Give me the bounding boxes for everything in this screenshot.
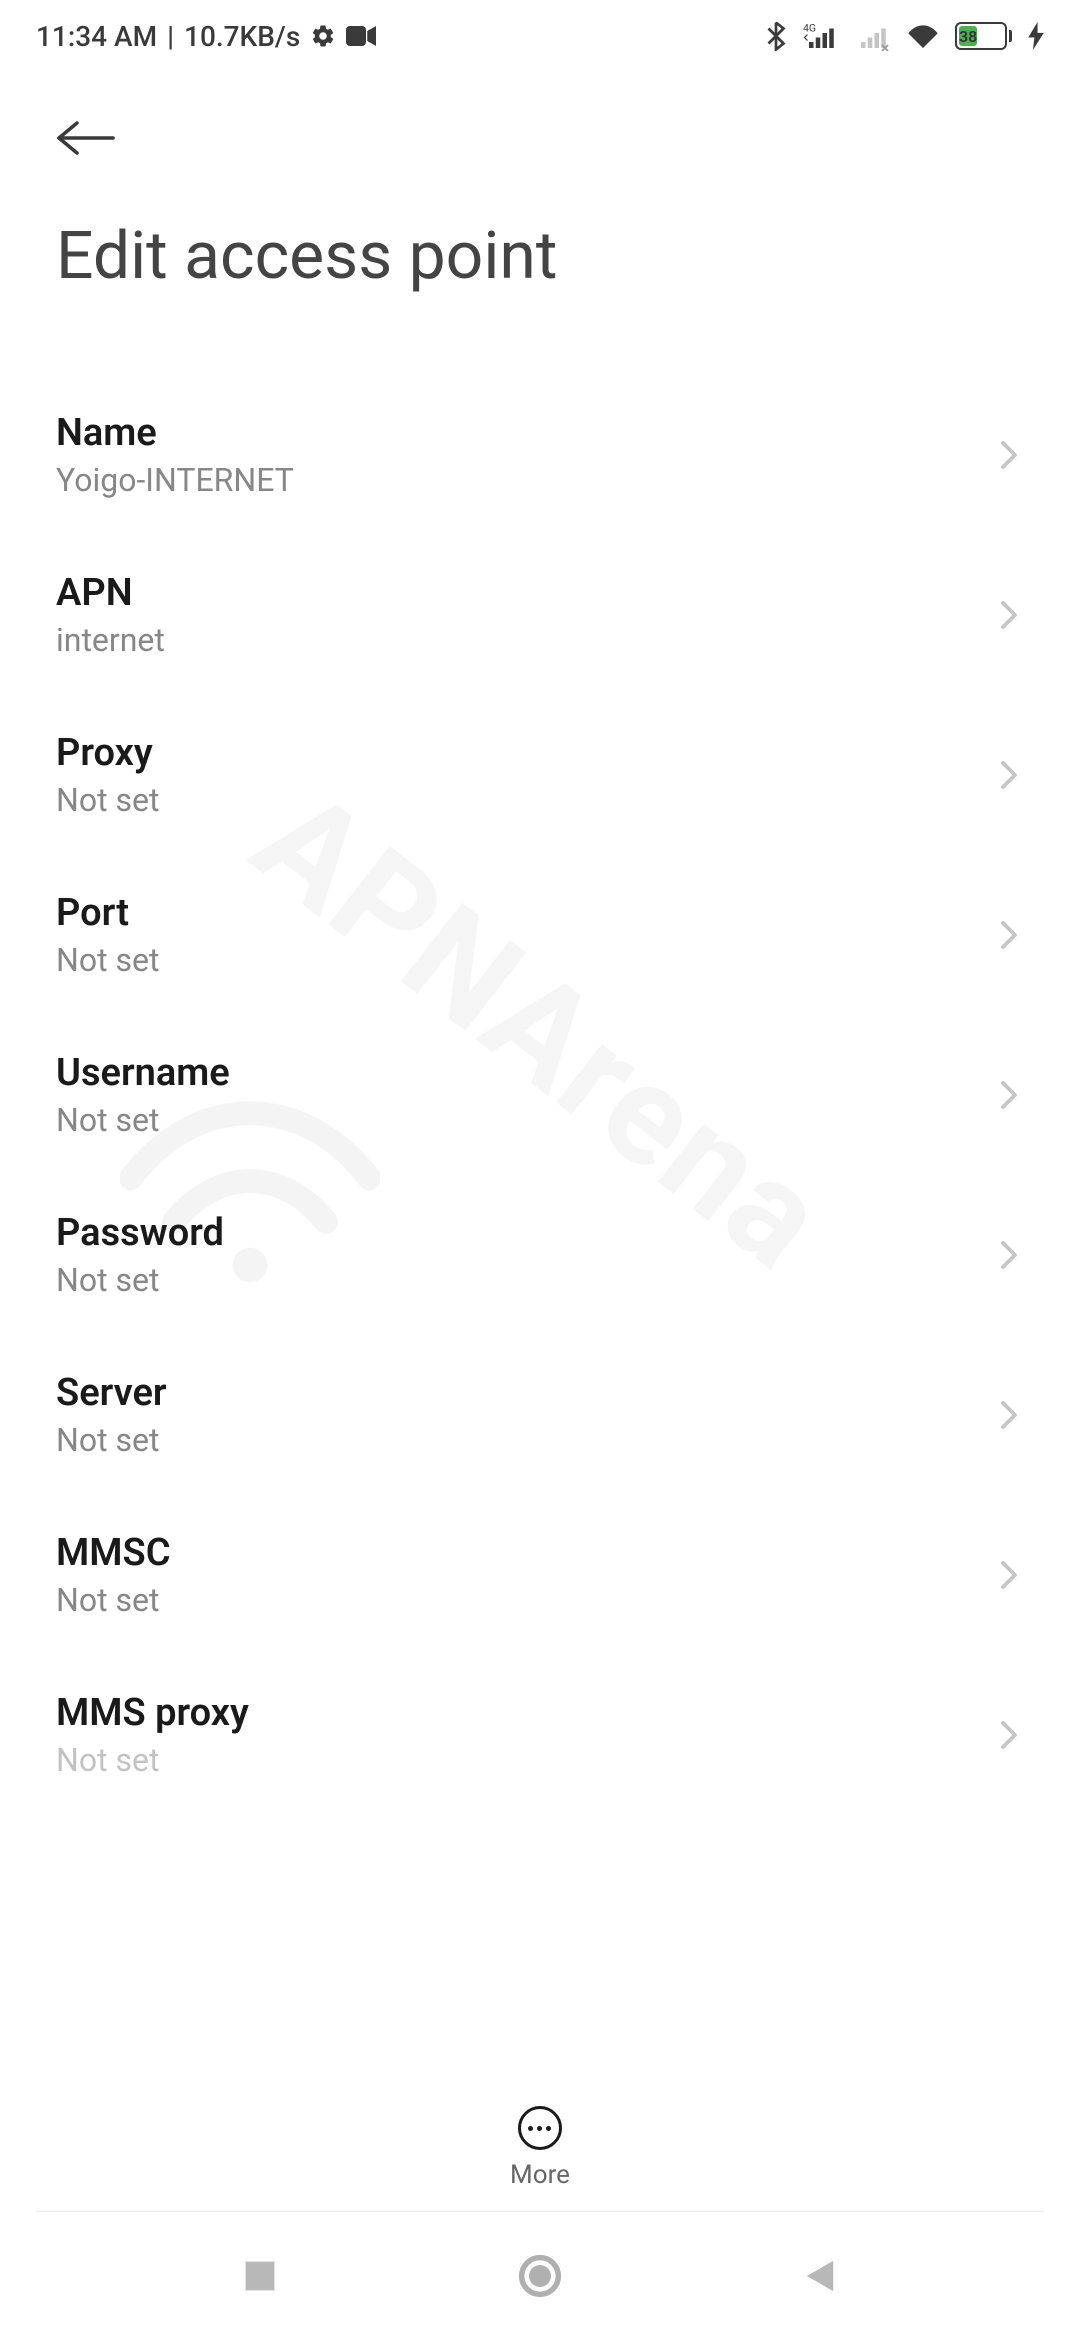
setting-value: Yoigo-INTERNET — [56, 461, 294, 499]
svg-text:4G: 4G — [803, 22, 816, 35]
navigation-bar — [0, 2212, 1080, 2340]
setting-label: MMS proxy — [56, 1691, 249, 1735]
setting-value: Not set — [56, 1421, 167, 1459]
setting-label: MMSC — [56, 1531, 171, 1575]
setting-value: Not set — [56, 1261, 224, 1299]
square-icon — [242, 2258, 278, 2294]
setting-value: Not set — [56, 1741, 249, 1779]
more-button[interactable]: More — [510, 2106, 570, 2190]
setting-item-apn[interactable]: APN internet — [56, 535, 1024, 695]
setting-label: Name — [56, 411, 294, 455]
chevron-right-icon — [994, 1080, 1024, 1110]
setting-label: Password — [56, 1211, 224, 1255]
charging-icon — [1028, 22, 1044, 50]
setting-item-proxy[interactable]: Proxy Not set — [56, 695, 1024, 855]
chevron-right-icon — [994, 1240, 1024, 1270]
cellular-nosim-icon — [855, 21, 891, 51]
nav-back-button[interactable] — [790, 2246, 850, 2306]
nav-recents-button[interactable] — [230, 2246, 290, 2306]
status-left: 11:34 AM | 10.7KB/s — [36, 20, 376, 53]
setting-value: Not set — [56, 941, 159, 979]
setting-value: internet — [56, 621, 165, 659]
circle-icon — [518, 2254, 562, 2298]
settings-list: Name Yoigo-INTERNET APN internet Proxy N… — [0, 375, 1080, 1815]
setting-label: Username — [56, 1051, 230, 1095]
chevron-right-icon — [994, 920, 1024, 950]
battery-percent: 38 — [959, 26, 977, 46]
triangle-left-icon — [803, 2257, 837, 2295]
setting-item-server[interactable]: Server Not set — [56, 1335, 1024, 1495]
status-bar: 11:34 AM | 10.7KB/s 4G 38 — [0, 0, 1080, 72]
setting-item-username[interactable]: Username Not set — [56, 1015, 1024, 1175]
bottom-action-bar: More — [0, 2094, 1080, 2210]
chevron-right-icon — [994, 760, 1024, 790]
setting-item-port[interactable]: Port Not set — [56, 855, 1024, 1015]
setting-item-password[interactable]: Password Not set — [56, 1175, 1024, 1335]
chevron-right-icon — [994, 1400, 1024, 1430]
status-right: 4G 38 — [765, 21, 1044, 51]
gear-icon — [310, 23, 336, 49]
status-time: 11:34 AM — [36, 20, 157, 53]
setting-value: Not set — [56, 1581, 171, 1619]
setting-item-name[interactable]: Name Yoigo-INTERNET — [56, 375, 1024, 535]
setting-label: Port — [56, 891, 159, 935]
chevron-right-icon — [994, 1560, 1024, 1590]
setting-value: Not set — [56, 781, 159, 819]
cellular-4g-icon: 4G — [803, 21, 839, 51]
chevron-right-icon — [994, 440, 1024, 470]
wifi-icon — [907, 23, 939, 49]
setting-value: Not set — [56, 1101, 230, 1139]
more-button-label: More — [510, 2160, 570, 2190]
status-separator: | — [167, 20, 174, 53]
bluetooth-icon — [765, 21, 787, 51]
video-camera-icon — [346, 25, 376, 47]
setting-label: APN — [56, 571, 165, 615]
setting-item-mms-proxy[interactable]: MMS proxy Not set — [56, 1655, 1024, 1815]
more-dots-icon — [518, 2106, 562, 2150]
nav-home-button[interactable] — [510, 2246, 570, 2306]
chevron-right-icon — [994, 1720, 1024, 1750]
setting-label: Server — [56, 1371, 167, 1415]
arrow-left-icon — [56, 118, 116, 158]
battery-icon: 38 — [955, 22, 1012, 50]
back-button[interactable] — [56, 108, 116, 168]
setting-item-mmsc[interactable]: MMSC Not set — [56, 1495, 1024, 1655]
status-net-speed: 10.7KB/s — [184, 20, 300, 53]
chevron-right-icon — [994, 600, 1024, 630]
setting-label: Proxy — [56, 731, 159, 775]
page-title: Edit access point — [0, 188, 1080, 375]
